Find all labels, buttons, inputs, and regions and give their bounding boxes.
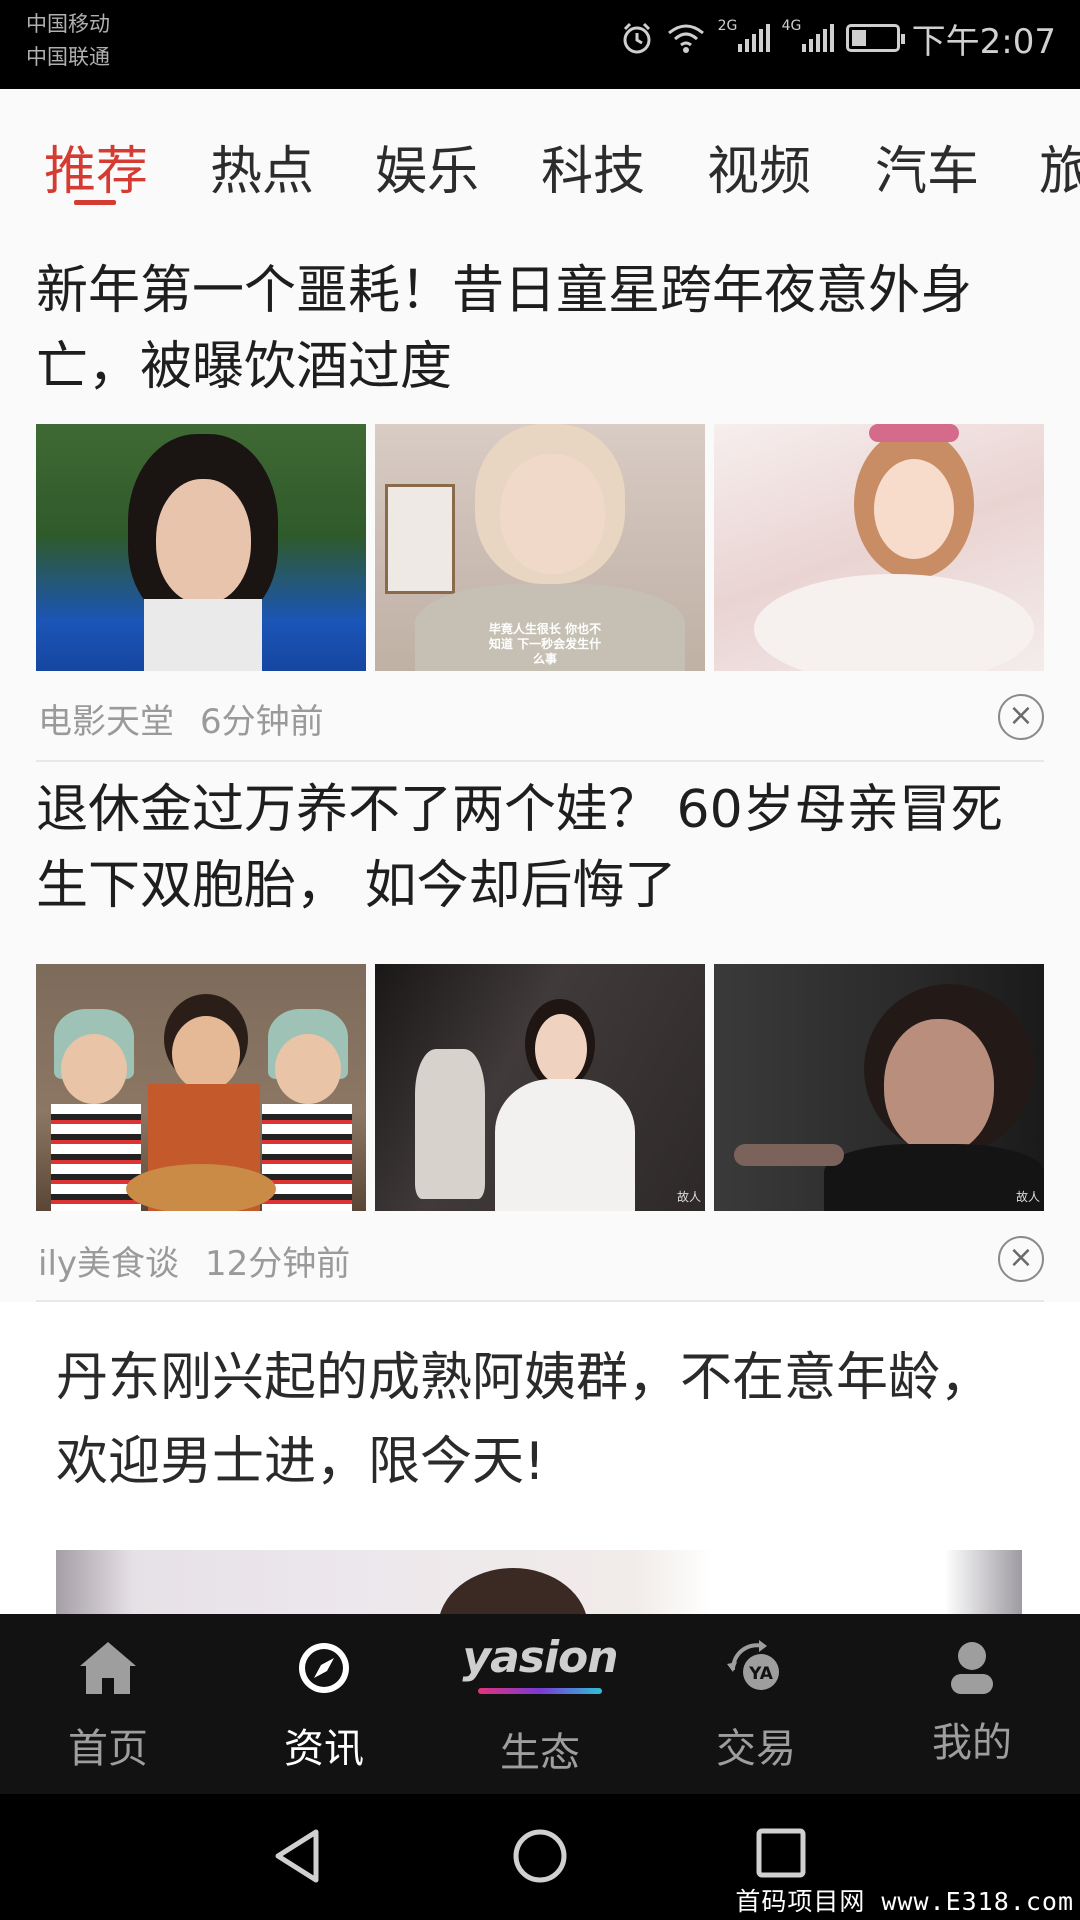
compass-icon (299, 1643, 349, 1693)
image-watermark: 故人 (676, 1190, 701, 1204)
yasion-logo: yasion (462, 1632, 618, 1683)
status-bar: 中国移动 中国联通 2G 4G 下午2:07 (0, 0, 1080, 89)
yasion-logo-bar (478, 1688, 602, 1694)
tab-auto[interactable]: 汽车 (875, 129, 979, 204)
nav-trade-label: 交易 (716, 1726, 796, 1772)
divider (36, 760, 1044, 762)
news-title[interactable]: 新年第一个噩耗！昔日童星跨年夜意外身亡，被曝饮酒过度 (36, 253, 1046, 405)
bottom-nav: 首页 资讯 yasion 生态 YA 交易 我的 (0, 1614, 1080, 1794)
tab-entertainment[interactable]: 娱乐 (375, 129, 479, 204)
carrier-2: 中国联通 (26, 45, 110, 69)
news-image[interactable]: 故人 (375, 964, 705, 1211)
news-item[interactable]: 新年第一个噩耗！昔日童星跨年夜意外身亡，被曝饮酒过度 毕竟人生很长 你也不知道 … (0, 241, 1080, 764)
nav-home[interactable]: 首页 (0, 1614, 216, 1794)
news-images[interactable]: 故人 故人 (36, 964, 1044, 1211)
category-tabs: 推荐 热点 娱乐 科技 视频 汽车 旅 (0, 89, 1080, 241)
home-icon (80, 1642, 136, 1694)
news-source: 电影天堂 (38, 702, 174, 742)
battery-icon (845, 24, 905, 52)
news-image[interactable] (36, 424, 366, 671)
user-icon (951, 1642, 993, 1694)
news-meta: ily美食谈 12分钟前 (38, 1236, 350, 1285)
nav-ecosystem[interactable]: yasion 生态 (432, 1614, 648, 1794)
alarm-icon (623, 22, 651, 54)
news-item[interactable]: 退休金过万养不了两个娃？ 60岁母亲冒死生下双胞胎， 如今却后悔了 故人 故人 … (0, 764, 1080, 1302)
news-title[interactable]: 退休金过万养不了两个娃？ 60岁母亲冒死生下双胞胎， 如今却后悔了 (36, 772, 1046, 924)
news-image[interactable] (36, 964, 366, 1211)
ad-item[interactable]: 丹东刚兴起的成熟阿姨群，不在意年龄，欢迎男士进，限今天! (0, 1302, 1080, 1614)
svg-text:YA: YA (748, 1664, 774, 1684)
system-nav-bar: 首码项目网 www.E318.com (0, 1794, 1080, 1920)
signal-icon-sim2: 4G (782, 18, 834, 52)
home-circle-icon[interactable] (512, 1828, 568, 1884)
image-watermark: 故人 (1015, 1190, 1040, 1204)
nav-ecosystem-label: 生态 (500, 1730, 580, 1776)
dismiss-close-icon[interactable]: × (998, 694, 1044, 740)
active-tab-indicator (74, 200, 116, 205)
nav-news[interactable]: 资讯 (216, 1614, 432, 1794)
signal-icon-sim1: 2G (718, 18, 770, 52)
news-time: 12分钟前 (205, 1244, 351, 1284)
exchange-icon: YA (727, 1640, 779, 1690)
wifi-icon (667, 24, 704, 53)
nav-trade[interactable]: YA 交易 (648, 1614, 864, 1794)
clock: 下午2:07 (911, 21, 1056, 62)
nav-profile[interactable]: 我的 (864, 1614, 1080, 1794)
image-caption-overlay: 毕竟人生很长 你也不知道 下一秒会发生什么事 (488, 622, 602, 666)
carrier-1: 中国移动 (26, 12, 110, 36)
news-image[interactable] (714, 424, 1044, 671)
watermark: 首码项目网 www.E318.com (729, 1880, 1080, 1920)
tab-video[interactable]: 视频 (707, 129, 811, 204)
nav-news-label: 资讯 (284, 1726, 364, 1772)
news-source: ily美食谈 (38, 1244, 180, 1284)
tab-hot[interactable]: 热点 (210, 129, 314, 204)
recents-square-icon[interactable] (756, 1828, 806, 1878)
news-meta: 电影天堂 6分钟前 (38, 694, 324, 743)
news-image[interactable]: 毕竟人生很长 你也不知道 下一秒会发生什么事 (375, 424, 705, 671)
news-image[interactable]: 故人 (714, 964, 1044, 1211)
carrier-labels: 中国移动 中国联通 (26, 8, 110, 74)
tab-travel[interactable]: 旅 (1039, 129, 1080, 204)
ad-title[interactable]: 丹东刚兴起的成熟阿姨群，不在意年龄，欢迎男士进，限今天! (56, 1336, 1016, 1504)
tab-tech[interactable]: 科技 (541, 129, 645, 204)
nav-profile-label: 我的 (932, 1720, 1012, 1766)
ad-image[interactable] (56, 1550, 1022, 1614)
news-time: 6分钟前 (200, 702, 324, 742)
tab-recommended[interactable]: 推荐 (44, 129, 148, 204)
news-images[interactable]: 毕竟人生很长 你也不知道 下一秒会发生什么事 (36, 424, 1044, 671)
dismiss-close-icon[interactable]: × (998, 1236, 1044, 1282)
nav-home-label: 首页 (68, 1726, 148, 1772)
back-icon[interactable] (272, 1828, 324, 1884)
status-icons: 2G 4G 下午2:07 (620, 16, 1056, 62)
